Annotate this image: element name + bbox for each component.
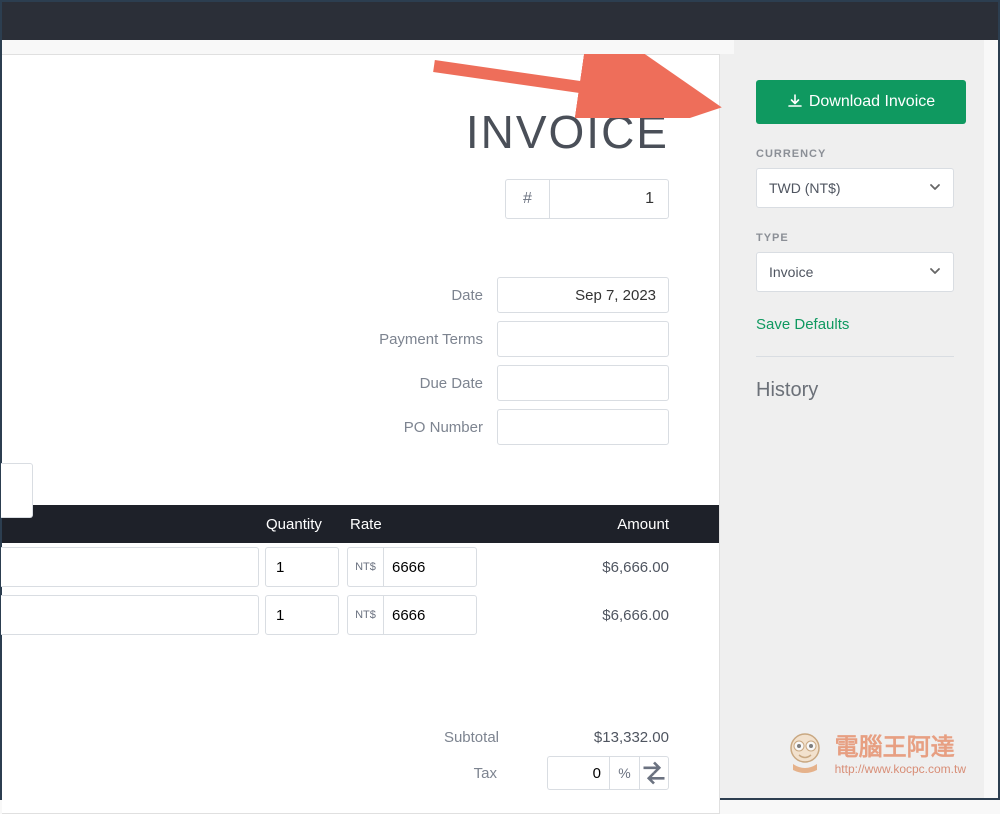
currency-prefix: NT$ [347, 547, 383, 587]
totals-section: Subtotal $13,332.00 Tax % [2, 729, 719, 790]
tax-input[interactable] [547, 756, 609, 790]
po-number-input[interactable] [497, 409, 669, 445]
description-input[interactable] [1, 547, 259, 587]
col-rate: Rate [350, 516, 480, 533]
type-select[interactable]: Invoice [756, 252, 954, 292]
download-label: Download Invoice [809, 93, 935, 111]
due-date-label: Due Date [420, 375, 483, 392]
type-label: TYPE [756, 232, 966, 244]
currency-prefix: NT$ [347, 595, 383, 635]
history-heading: History [756, 379, 966, 402]
chevron-down-icon [929, 264, 941, 280]
table-row: NT$ $6,666.00 [2, 591, 719, 639]
col-amount: Amount [480, 516, 719, 533]
line-items-table: Quantity Rate Amount NT$ $6,666.00 NT$ [2, 505, 719, 639]
description-input[interactable] [1, 595, 259, 635]
amount-value: $6,666.00 [477, 607, 719, 624]
tax-label: Tax [474, 765, 497, 782]
currency-value: TWD (NT$) [769, 180, 841, 196]
subtotal-label: Subtotal [444, 729, 499, 746]
divider [756, 356, 954, 357]
col-quantity: Quantity [266, 516, 350, 533]
hash-icon: # [505, 179, 549, 219]
currency-select[interactable]: TWD (NT$) [756, 168, 954, 208]
percent-icon: % [609, 756, 639, 790]
table-header: Quantity Rate Amount [2, 505, 719, 543]
table-row: NT$ $6,666.00 [2, 543, 719, 591]
save-defaults-link[interactable]: Save Defaults [756, 316, 849, 333]
type-value: Invoice [769, 264, 813, 280]
top-bar [2, 2, 998, 40]
date-input[interactable] [497, 277, 669, 313]
sidebar: Download Invoice CURRENCY TWD (NT$) TYPE… [734, 40, 984, 798]
payment-terms-input[interactable] [497, 321, 669, 357]
date-label: Date [451, 287, 483, 304]
quantity-input[interactable] [265, 547, 339, 587]
rate-input[interactable] [383, 547, 477, 587]
swap-tax-type-icon[interactable] [639, 756, 669, 790]
currency-label: CURRENCY [756, 148, 966, 160]
rate-input[interactable] [383, 595, 477, 635]
subtotal-value: $13,332.00 [549, 729, 669, 746]
quantity-input[interactable] [265, 595, 339, 635]
left-field-stub[interactable] [1, 463, 33, 518]
invoice-panel: INVOICE # Date Payment Terms Due Date PO… [2, 54, 720, 814]
page-title: INVOICE [2, 105, 719, 159]
payment-terms-label: Payment Terms [379, 331, 483, 348]
amount-value: $6,666.00 [477, 559, 719, 576]
invoice-number-group: # [2, 179, 719, 219]
due-date-input[interactable] [497, 365, 669, 401]
chevron-down-icon [929, 180, 941, 196]
download-icon [787, 94, 803, 110]
po-number-label: PO Number [404, 419, 483, 436]
invoice-number-input[interactable] [549, 179, 669, 219]
download-invoice-button[interactable]: Download Invoice [756, 80, 966, 124]
